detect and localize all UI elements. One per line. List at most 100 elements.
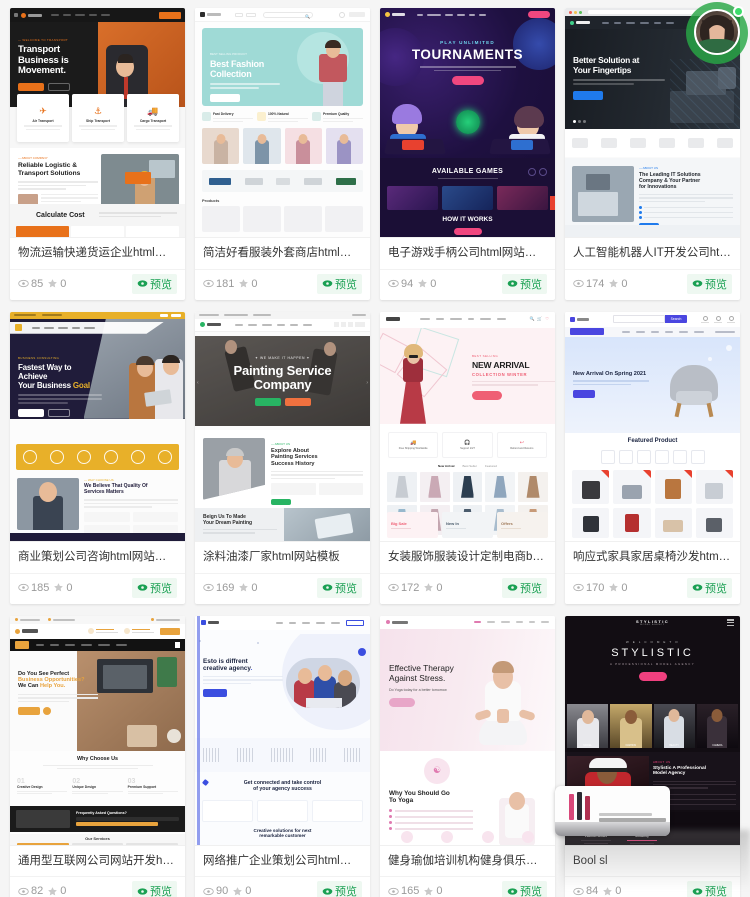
star-icon <box>424 886 434 896</box>
preview-label: 预览 <box>520 582 542 595</box>
eye-icon <box>388 887 399 895</box>
template-card[interactable]: ✦ WE MAKE IT HAPPEN ✦ Painting Service Co… <box>195 311 370 604</box>
card-title[interactable]: 女装服饰服装设计定制电商bootstrap... <box>380 542 555 574</box>
mockup-yoga: Effective Therapy Against Stress. Do Yoga… <box>380 615 555 845</box>
preview-button[interactable]: 预览 <box>132 577 177 598</box>
eye-icon <box>322 584 333 591</box>
eye-icon <box>203 584 214 592</box>
eye-icon <box>18 887 29 895</box>
eye-icon <box>137 280 148 287</box>
card-title[interactable]: 响应式家具家居桌椅沙发html网站模板 <box>565 542 740 574</box>
favorites-value: 0 <box>436 885 443 897</box>
eye-icon <box>573 584 584 592</box>
template-card[interactable]: — WELCOME TO TRANSPORT Transport Business… <box>10 8 185 300</box>
screen-smudge-artifact <box>560 830 750 890</box>
template-card[interactable]: 🔍 🛒 ♡ BEST SELLING NEW ARRIVAL COLLECTIO… <box>380 311 555 604</box>
template-card[interactable]: PLAY UNLIMITED TOURNAMENTS AVAILABLE GAM… <box>380 8 555 300</box>
eye-icon <box>203 280 214 288</box>
template-thumbnail[interactable]: BUSINESS CONSULTING Fastest Way to Achie… <box>10 311 185 542</box>
preview-button[interactable]: 预览 <box>502 577 547 598</box>
eye-icon <box>18 280 29 288</box>
template-thumbnail[interactable]: Do You See Perfect Business Opportunities… <box>10 615 185 846</box>
template-card[interactable]: 🔍 BEST SELLING PRODUCT Best Fashion Coll… <box>195 8 370 300</box>
preview-button[interactable]: 预览 <box>132 881 177 897</box>
preview-label: 预览 <box>520 278 542 291</box>
avatar-body <box>697 39 737 53</box>
preview-label: 预览 <box>335 278 357 291</box>
template-card[interactable]: Search New Arrival On Spring 2021 Featur… <box>565 311 740 604</box>
views-count: 181 <box>203 278 234 290</box>
card-title[interactable]: 电子游戏手柄公司html网站模板 <box>380 238 555 270</box>
card-meta: 169 0 预览 <box>195 574 370 604</box>
preview-button[interactable]: 预览 <box>132 273 177 294</box>
favorites-value: 0 <box>430 277 437 290</box>
template-gallery-page: — WELCOME TO TRANSPORT Transport Business… <box>0 0 750 897</box>
eye-icon <box>388 280 399 288</box>
card-title[interactable]: 商业策划公司咨询html网站模板 <box>10 542 185 574</box>
preview-button[interactable]: 预览 <box>687 273 732 294</box>
card-meta: 85 0 预览 <box>10 270 185 300</box>
star-icon <box>48 886 58 896</box>
preview-label: 预览 <box>335 582 357 595</box>
card-title[interactable]: 简洁好看服装外套商店html网站模板 <box>195 238 370 270</box>
views-count: 82 <box>18 885 43 897</box>
favorites-value: 0 <box>245 885 252 897</box>
views-value: 169 <box>216 581 235 594</box>
star-icon <box>418 279 428 288</box>
mockup-fashion: 🔍 BEST SELLING PRODUCT Best Fashion Coll… <box>195 8 370 237</box>
eye-icon <box>18 584 29 592</box>
template-card[interactable]: Esto is diffrent creative agency. Get co… <box>195 615 370 897</box>
card-title[interactable]: 健身瑜伽培训机构健身俱乐部Bootstr... <box>380 846 555 878</box>
mockup-transport: — WELCOME TO TRANSPORT Transport Business… <box>10 8 185 237</box>
template-card[interactable]: Effective Therapy Against Stress. Do Yoga… <box>380 615 555 897</box>
template-thumbnail[interactable]: 🔍 BEST SELLING PRODUCT Best Fashion Coll… <box>195 8 370 238</box>
favorites-value: 0 <box>60 277 67 290</box>
views-count: 169 <box>203 582 234 594</box>
preview-label: 预览 <box>150 582 172 595</box>
favorites-value: 0 <box>621 581 628 594</box>
template-thumbnail[interactable]: Esto is diffrent creative agency. Get co… <box>195 615 370 846</box>
card-title[interactable]: 网络推广企业策划公司html网站模板 <box>195 846 370 878</box>
preview-button[interactable]: 预览 <box>317 273 362 294</box>
card-title[interactable]: 物流运输快递货运企业html网站模板 <box>10 238 185 270</box>
views-count: 165 <box>388 885 419 897</box>
views-value: 174 <box>586 277 605 290</box>
eye-icon <box>507 280 518 287</box>
card-title[interactable]: 人工智能机器人IT开发公司html网站模... <box>565 238 740 270</box>
preview-label: 预览 <box>705 278 727 291</box>
template-card[interactable]: BUSINESS CONSULTING Fastest Way to Achie… <box>10 311 185 604</box>
favorites-count: 0 <box>417 278 436 290</box>
mockup-business-consulting: BUSINESS CONSULTING Fastest Way to Achie… <box>10 311 185 541</box>
views-count: 172 <box>388 582 419 594</box>
favorites-count: 0 <box>238 278 257 290</box>
template-thumbnail[interactable]: ✦ WE MAKE IT HAPPEN ✦ Painting Service Co… <box>195 311 370 542</box>
eye-icon <box>507 584 518 591</box>
views-count: 94 <box>388 278 413 290</box>
card-title[interactable]: 通用型互联网公司网站开发html网站... <box>10 846 185 878</box>
preview-button[interactable]: 预览 <box>317 577 362 598</box>
template-thumbnail[interactable]: PLAY UNLIMITED TOURNAMENTS AVAILABLE GAM… <box>380 8 555 238</box>
avatar[interactable] <box>686 2 748 64</box>
template-thumbnail[interactable]: Effective Therapy Against Stress. Do Yoga… <box>380 615 555 846</box>
views-count: 174 <box>573 278 604 290</box>
template-card-grid: — WELCOME TO TRANSPORT Transport Business… <box>0 0 750 897</box>
preview-button[interactable]: 预览 <box>687 577 732 598</box>
favorites-value: 0 <box>621 277 628 290</box>
template-thumbnail[interactable]: — WELCOME TO TRANSPORT Transport Business… <box>10 8 185 238</box>
star-icon <box>48 279 58 288</box>
eye-icon <box>322 280 333 287</box>
favorites-count: 0 <box>608 278 627 290</box>
template-card[interactable]: Do You See Perfect Business Opportunities… <box>10 615 185 897</box>
template-thumbnail[interactable]: Search New Arrival On Spring 2021 Featur… <box>565 311 740 542</box>
user-avatar[interactable] <box>694 9 740 55</box>
eye-icon <box>137 584 148 591</box>
eye-icon <box>388 584 399 592</box>
preview-button[interactable]: 预览 <box>317 881 362 897</box>
eye-icon <box>137 888 148 895</box>
card-title[interactable]: 涂料油漆厂家html网站模板 <box>195 542 370 574</box>
star-icon <box>239 583 249 592</box>
preview-button[interactable]: 预览 <box>502 881 547 897</box>
mockup-furniture: Search New Arrival On Spring 2021 Featur… <box>565 311 740 541</box>
preview-button[interactable]: 预览 <box>502 273 547 294</box>
template-thumbnail[interactable]: 🔍 🛒 ♡ BEST SELLING NEW ARRIVAL COLLECTIO… <box>380 311 555 542</box>
